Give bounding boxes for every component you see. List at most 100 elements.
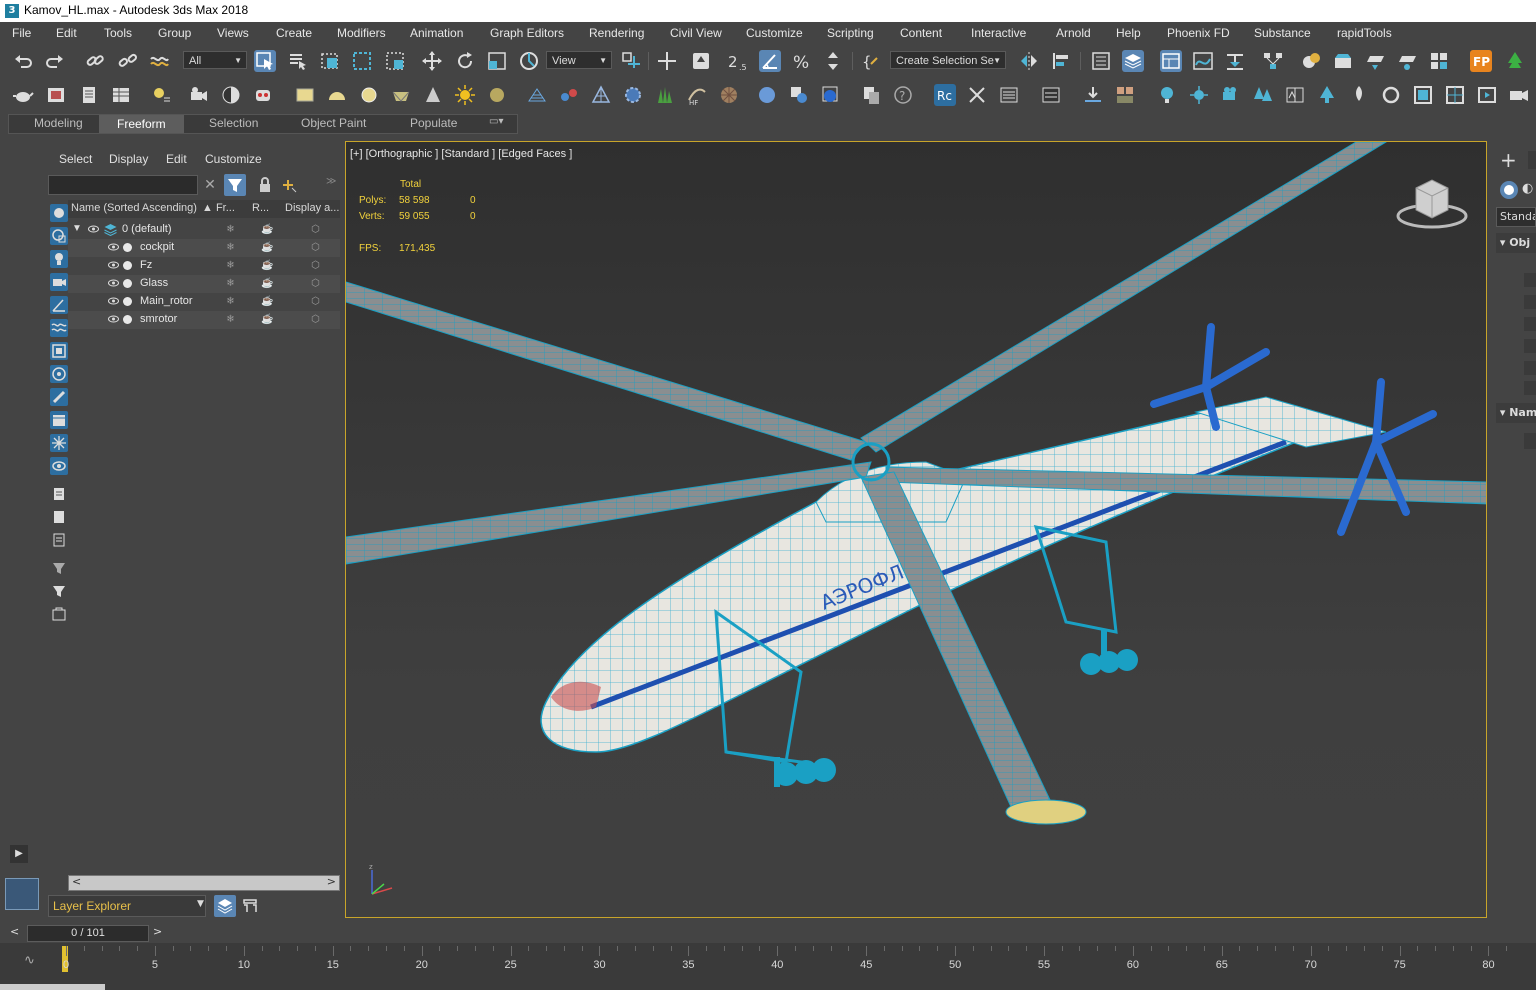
clone-icon[interactable] <box>860 84 882 106</box>
tab-object-paint[interactable]: Object Paint <box>301 116 366 130</box>
explorer-type-dropdown[interactable]: Layer Explorer <box>48 895 206 917</box>
geosphere-icon[interactable] <box>390 84 412 106</box>
rotate-icon[interactable] <box>454 50 476 72</box>
spinner-snap-icon[interactable] <box>822 50 844 72</box>
visibility-eye-icon[interactable] <box>108 243 119 251</box>
align-icon[interactable] <box>1050 50 1072 72</box>
keyboard-shortcut-icon[interactable] <box>690 50 712 72</box>
object-button[interactable] <box>1524 273 1536 287</box>
visibility-eye-icon[interactable] <box>88 225 99 233</box>
scene-explorer-toggle-icon[interactable] <box>1090 50 1112 72</box>
window-icon[interactable] <box>1412 84 1434 106</box>
display-box-icon[interactable]: ⬡ <box>310 224 321 235</box>
menu-civil-view[interactable]: Civil View <box>670 26 722 40</box>
vr-camera-icon[interactable] <box>1220 84 1242 106</box>
image-viewer-icon[interactable] <box>45 84 67 106</box>
schematic-view-icon[interactable] <box>1262 50 1284 72</box>
display-cameras-icon[interactable] <box>50 273 68 291</box>
filter-icon[interactable] <box>224 174 246 196</box>
modify-tab-icon[interactable] <box>1528 151 1536 169</box>
object-button[interactable] <box>1524 381 1536 395</box>
display-spacewarps-icon[interactable] <box>50 319 68 337</box>
scene-menu-edit[interactable]: Edit <box>166 152 187 166</box>
link-icon[interactable] <box>84 50 106 72</box>
sun-icon[interactable] <box>1188 84 1210 106</box>
table-icon[interactable] <box>1040 84 1062 106</box>
cone-primitive-icon[interactable] <box>422 84 444 106</box>
sphere-primitive-icon[interactable] <box>358 84 380 106</box>
tree-row-object[interactable]: Fz ❄ ☕ ⬡ <box>68 257 340 275</box>
select-manipulate-icon[interactable] <box>656 50 678 72</box>
place-icon[interactable] <box>518 50 540 72</box>
selection-region-icon[interactable] <box>384 50 406 72</box>
menu-customize[interactable]: Customize <box>746 26 803 40</box>
scene-menu-display[interactable]: Display <box>109 152 148 166</box>
tab-populate[interactable]: Populate <box>410 116 457 130</box>
document-icon[interactable] <box>78 84 100 106</box>
tools-icon[interactable] <box>966 84 988 106</box>
menu-animation[interactable]: Animation <box>410 26 463 40</box>
object-type-dropdown[interactable]: Standa <box>1496 207 1536 227</box>
toggle-ribbon-icon[interactable] <box>1160 50 1182 72</box>
freeze-icon[interactable]: ❄ <box>225 242 236 253</box>
display-box-icon[interactable]: ⬡ <box>310 278 321 289</box>
name-field[interactable] <box>1524 433 1536 449</box>
refresh-icon[interactable] <box>1380 84 1402 106</box>
boolean-icon[interactable] <box>820 84 842 106</box>
menu-views[interactable]: Views <box>217 26 249 40</box>
menu-modifiers[interactable]: Modifiers <box>337 26 386 40</box>
clear-search-icon[interactable]: ✕ <box>202 177 218 193</box>
box-primitive-icon[interactable] <box>294 84 316 106</box>
tent-icon[interactable] <box>590 84 612 106</box>
tab-modeling[interactable]: Modeling <box>34 116 83 130</box>
select-by-name-icon[interactable] <box>287 50 309 72</box>
tree-icon[interactable] <box>1504 50 1526 72</box>
half-sphere-icon[interactable] <box>220 84 242 106</box>
time-slider[interactable]: 0 / 101 <box>27 925 149 942</box>
grass-icon[interactable] <box>654 84 676 106</box>
lock-icon[interactable] <box>258 177 272 193</box>
viewport-label[interactable]: [+] [Orthographic ] [Standard ] [Edged F… <box>350 148 572 160</box>
visibility-eye-icon[interactable] <box>108 279 119 287</box>
next-frame-icon[interactable]: > <box>153 925 162 938</box>
object-type-rollout[interactable]: ▾ Obj <box>1496 233 1536 253</box>
visibility-eye-icon[interactable] <box>108 315 119 323</box>
hierarchy-mode-icon[interactable] <box>240 896 260 916</box>
render-teapot-icon[interactable]: ☕ <box>261 242 273 253</box>
column-frozen[interactable]: ▲ Fr... <box>202 202 235 214</box>
rocket-icon[interactable] <box>1348 84 1370 106</box>
render-teapot-icon[interactable]: ☕ <box>261 314 273 325</box>
render-production-icon[interactable] <box>1396 50 1418 72</box>
display-frozen-icon[interactable] <box>50 434 68 452</box>
render-iterative-icon[interactable] <box>1428 50 1450 72</box>
unlink-icon[interactable] <box>116 50 138 72</box>
pine-tree-icon[interactable] <box>1316 84 1338 106</box>
filter-funnel-2-icon[interactable] <box>50 582 68 600</box>
tree-row-object[interactable]: Main_rotor ❄ ☕ ⬡ <box>68 293 340 311</box>
render-teapot-icon[interactable]: ☕ <box>261 224 273 235</box>
menu-rapidtools[interactable]: rapidTools <box>1337 26 1392 40</box>
robot-icon[interactable] <box>252 84 274 106</box>
mirror-icon[interactable] <box>1018 50 1040 72</box>
selection-filter-dropdown[interactable]: All ▼ <box>183 51 247 69</box>
layer-mode-icon[interactable] <box>214 895 236 917</box>
tab-freeform[interactable]: Freeform <box>99 115 184 133</box>
display-containers-icon[interactable] <box>50 411 68 429</box>
teapot-icon[interactable] <box>12 84 34 106</box>
expand-triangle-icon[interactable]: ▼ <box>72 223 82 234</box>
display-lights-icon[interactable] <box>50 250 68 268</box>
menu-substance[interactable]: Substance <box>1254 26 1311 40</box>
named-selection-sets-dropdown[interactable]: Create Selection Se ▼ <box>890 51 1006 69</box>
gear-cluster-icon[interactable] <box>622 84 644 106</box>
tree-row-object[interactable]: smrotor ❄ ☕ ⬡ <box>68 311 340 329</box>
object-button[interactable] <box>1524 317 1536 331</box>
select-children-icon[interactable] <box>50 605 68 623</box>
move-icon[interactable] <box>421 50 443 72</box>
redo-icon[interactable] <box>44 50 66 72</box>
shapes-category-icon[interactable]: ◐ <box>1522 181 1536 199</box>
dropdown-arrow-icon[interactable]: ▼ <box>197 899 204 909</box>
ribbon-options-icon[interactable]: ▭▾ <box>489 116 503 127</box>
display-box-icon[interactable]: ⬡ <box>310 260 321 271</box>
panel-pin-icon[interactable]: ≫ <box>326 176 336 187</box>
viewcube-icon[interactable] <box>1394 176 1470 232</box>
